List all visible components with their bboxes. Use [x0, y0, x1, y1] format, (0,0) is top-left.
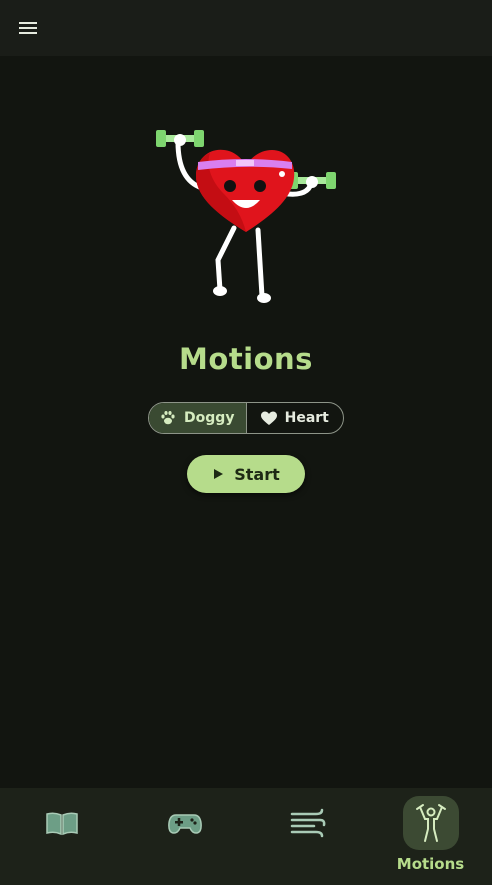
start-button[interactable]: Start	[187, 455, 305, 493]
book-icon	[46, 812, 78, 836]
top-app-bar	[0, 0, 492, 56]
page-title: Motions	[179, 342, 313, 376]
exercise-icon	[416, 804, 446, 842]
menu-button[interactable]	[10, 10, 46, 46]
heart-toggle-button[interactable]: Heart	[247, 403, 344, 433]
nav-item-book[interactable]	[0, 788, 123, 885]
heart-icon	[260, 411, 277, 425]
nav-pill	[157, 796, 213, 850]
heart-label: Heart	[284, 410, 329, 426]
play-icon	[214, 469, 224, 479]
heart-mascot-illustration	[156, 130, 336, 303]
wind-icon	[290, 808, 326, 838]
nav-item-breathing[interactable]	[246, 788, 369, 885]
doggy-toggle-button[interactable]: Doggy	[149, 403, 246, 433]
start-label: Start	[234, 464, 280, 484]
nav-item-motions[interactable]: Motions	[369, 788, 492, 885]
gamepad-icon	[168, 814, 202, 834]
paw-icon	[161, 411, 175, 425]
nav-pill-active	[403, 796, 459, 850]
hamburger-menu-icon	[19, 22, 37, 34]
bottom-navigation-bar: Motions	[0, 788, 492, 885]
nav-label-motions: Motions	[396, 855, 465, 873]
nav-item-games[interactable]	[123, 788, 246, 885]
doggy-label: Doggy	[184, 410, 235, 426]
nav-pill	[280, 796, 336, 850]
nav-pill	[34, 796, 90, 850]
mode-segmented-toggle: Doggy Heart	[148, 402, 344, 434]
